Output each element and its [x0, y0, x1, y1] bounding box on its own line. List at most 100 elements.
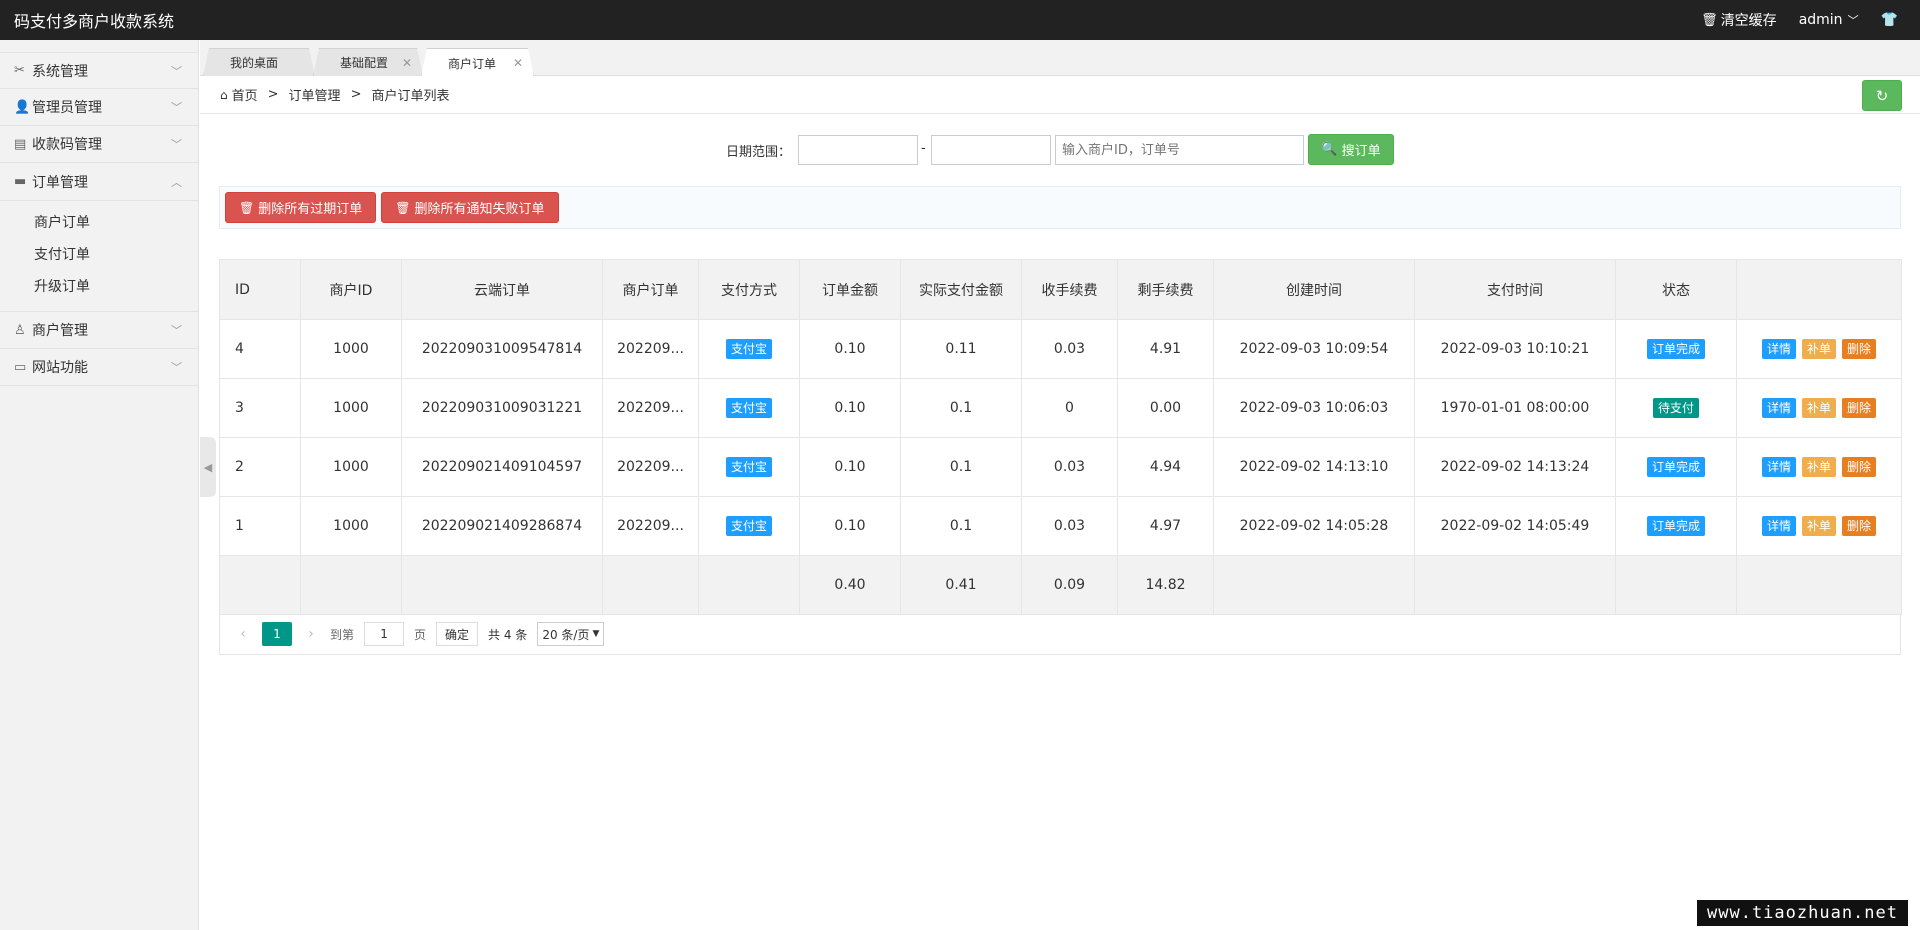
- delete-button[interactable]: 删除: [1842, 457, 1877, 477]
- resupply-button[interactable]: 补单: [1801, 457, 1836, 477]
- page-size-select[interactable]: 20 条/页 ▼: [537, 622, 605, 646]
- chevron-left-icon: ◀: [203, 460, 213, 474]
- sidebar: ✂ 系统管理 ﹀ 👤 管理员管理 ﹀ ▤ 收款码管理 ﹀ ▬ 订单管理 ︿ 商户…: [0, 40, 199, 930]
- tab-bar: 我的桌面 基础配置 ✕ 商户订单 ✕: [200, 40, 1920, 76]
- cell-paid-time: 2022-09-02 14:05:49: [1414, 496, 1616, 556]
- cell-created-time: 2022-09-03 10:09:54: [1213, 319, 1415, 379]
- column-header: 实际支付金额: [900, 259, 1022, 320]
- user-group-icon: ♙: [14, 322, 26, 338]
- cell-paid-amount: 0.1: [900, 378, 1022, 438]
- cell-actions: 详情 补单 删除: [1736, 437, 1902, 497]
- watermark: www.tiaozhuan.net: [1697, 900, 1908, 926]
- pay-method-badge: 支付宝: [725, 339, 772, 359]
- goto-page-input[interactable]: [364, 622, 405, 646]
- cell-remaining-fee: 4.91: [1117, 319, 1214, 379]
- delete-button[interactable]: 删除: [1842, 516, 1877, 536]
- search-button[interactable]: 🔍 搜订单: [1308, 134, 1394, 165]
- breadcrumb-home[interactable]: 首页: [232, 85, 258, 104]
- app-title: 码支付多商户收款系统: [14, 12, 175, 31]
- resupply-button[interactable]: 补单: [1801, 398, 1836, 418]
- cell-cloud-order-no: 202209021409104597: [401, 437, 603, 497]
- cell-order-id: 1: [219, 496, 301, 556]
- cell-paid-time: 1970-01-01 08:00:00: [1414, 378, 1616, 438]
- sidebar-subitem-payment-orders[interactable]: 支付订单: [0, 239, 198, 271]
- detail-button[interactable]: 详情: [1761, 339, 1796, 359]
- sidebar-subitem-upgrade-orders[interactable]: 升级订单: [0, 271, 198, 303]
- totals-cell-empty: [401, 555, 603, 615]
- sidebar-item-label: 系统管理: [32, 63, 88, 80]
- total-amount: 0.40: [799, 555, 901, 615]
- delete-button[interactable]: 删除: [1842, 339, 1877, 359]
- top-bar-actions: 🗑 清空缓存 admin ﹀ 👕: [1701, 0, 1920, 40]
- sidebar-subitem-merchant-orders[interactable]: 商户订单: [0, 207, 198, 239]
- pagination: ‹ 1 › 到第 页 确定 共 4 条 20 条/页 ▼: [219, 614, 1901, 655]
- delete-notify-failed-button[interactable]: 🗑 删除所有通知失败订单: [381, 192, 559, 223]
- sidebar-item-admins[interactable]: 👤 管理员管理 ﹀: [0, 89, 198, 126]
- totals-cell-empty: [602, 555, 699, 615]
- skin-button[interactable]: 👕: [1881, 12, 1898, 28]
- chevron-down-icon: ﹀: [1847, 14, 1859, 27]
- next-page-icon[interactable]: ›: [302, 626, 320, 642]
- prev-page-icon[interactable]: ‹: [234, 626, 252, 642]
- cell-status: 订单完成: [1615, 496, 1737, 556]
- cell-paid-time: 2022-09-03 10:10:21: [1414, 319, 1616, 379]
- cell-cloud-order-no: 202209031009031221: [401, 378, 603, 438]
- goto-confirm-button[interactable]: 确定: [436, 622, 479, 646]
- column-header: 支付方式: [698, 259, 800, 320]
- tab-basic-config[interactable]: 基础配置 ✕: [313, 48, 423, 76]
- delete-notify-failed-label: 删除所有通知失败订单: [414, 202, 545, 217]
- breadcrumb-orders[interactable]: 订单管理: [289, 85, 341, 104]
- top-bar: 码支付多商户收款系统 🗑 清空缓存 admin ﹀ 👕: [0, 0, 1920, 40]
- totals-cell-empty: [1414, 555, 1616, 615]
- sidebar-collapse-handle[interactable]: ◀: [200, 437, 216, 497]
- cell-remaining-fee: 4.94: [1117, 437, 1214, 497]
- page-current[interactable]: 1: [262, 622, 292, 646]
- table-header-row: ID 商户ID 云端订单 商户订单 支付方式 订单金额 实际支付金额 收手续费 …: [219, 259, 1902, 320]
- resupply-button[interactable]: 补单: [1801, 516, 1836, 536]
- table-row: 1 1000 202209021409286874 202209... 支付宝 0.10 0…: [219, 496, 1902, 556]
- sidebar-item-system[interactable]: ✂ 系统管理 ﹀: [0, 52, 198, 89]
- keyword-input[interactable]: [1055, 135, 1304, 165]
- sidebar-item-site[interactable]: ▭ 网站功能 ﹀: [0, 349, 198, 386]
- sidebar-submenu-orders: 商户订单 支付订单 升级订单: [0, 200, 198, 312]
- sidebar-item-orders[interactable]: ▬ 订单管理 ︿: [0, 163, 198, 200]
- clear-cache-button[interactable]: 🗑 清空缓存: [1701, 10, 1777, 30]
- status-badge: 订单完成: [1646, 457, 1705, 477]
- pay-method-badge: 支付宝: [725, 516, 772, 536]
- table-totals-row: 0.40 0.41 0.09 14.82: [219, 555, 1902, 615]
- detail-button[interactable]: 详情: [1761, 457, 1796, 477]
- sidebar-item-qrcodes[interactable]: ▤ 收款码管理 ﹀: [0, 126, 198, 163]
- sidebar-item-label: 网站功能: [32, 360, 88, 376]
- chevron-down-icon: ﹀: [171, 138, 182, 151]
- table-row: 2 1000 202209021409104597 202209... 支付宝 0.10 0…: [219, 437, 1902, 497]
- user-menu[interactable]: admin ﹀: [1799, 12, 1859, 28]
- cell-status: 订单完成: [1615, 319, 1737, 379]
- close-icon[interactable]: ✕: [513, 56, 523, 70]
- delete-button[interactable]: 删除: [1842, 398, 1877, 418]
- clear-cache-label: 清空缓存: [1720, 13, 1777, 29]
- breadcrumb-current: 商户订单列表: [371, 89, 450, 104]
- sidebar-item-label: 订单管理: [32, 174, 88, 191]
- cell-status: 订单完成: [1615, 437, 1737, 497]
- page-label: 页: [414, 627, 427, 642]
- close-icon[interactable]: ✕: [402, 56, 412, 70]
- date-start-input[interactable]: [798, 135, 918, 165]
- detail-button[interactable]: 详情: [1761, 516, 1796, 536]
- resupply-button[interactable]: 补单: [1801, 339, 1836, 359]
- wrench-icon: ✂: [14, 63, 25, 78]
- tab-merchant-orders[interactable]: 商户订单 ✕: [421, 48, 534, 77]
- delete-expired-button[interactable]: 🗑 删除所有过期订单: [225, 192, 377, 223]
- breadcrumb: ⌂ 首页 > 订单管理 > 商户订单列表 ↻: [200, 76, 1920, 114]
- detail-button[interactable]: 详情: [1761, 398, 1796, 418]
- date-end-input[interactable]: [931, 135, 1051, 165]
- table-body: 4 1000 202209031009547814 202209... 支付宝 0.10 0…: [219, 319, 1902, 556]
- chevron-down-icon: ﹀: [171, 64, 182, 78]
- bulk-actions-toolbar: 🗑 删除所有过期订单 🗑 删除所有通知失败订单: [219, 186, 1901, 229]
- chevron-down-icon: ▼: [592, 629, 600, 639]
- tab-desktop[interactable]: 我的桌面: [203, 48, 315, 76]
- cell-merchant-order-no: 202209...: [602, 378, 699, 438]
- sidebar-item-merchants[interactable]: ♙ 商户管理 ﹀: [0, 312, 198, 349]
- user-name: admin: [1798, 12, 1843, 28]
- refresh-button[interactable]: ↻: [1862, 80, 1902, 111]
- cell-fee: 0.03: [1021, 437, 1118, 497]
